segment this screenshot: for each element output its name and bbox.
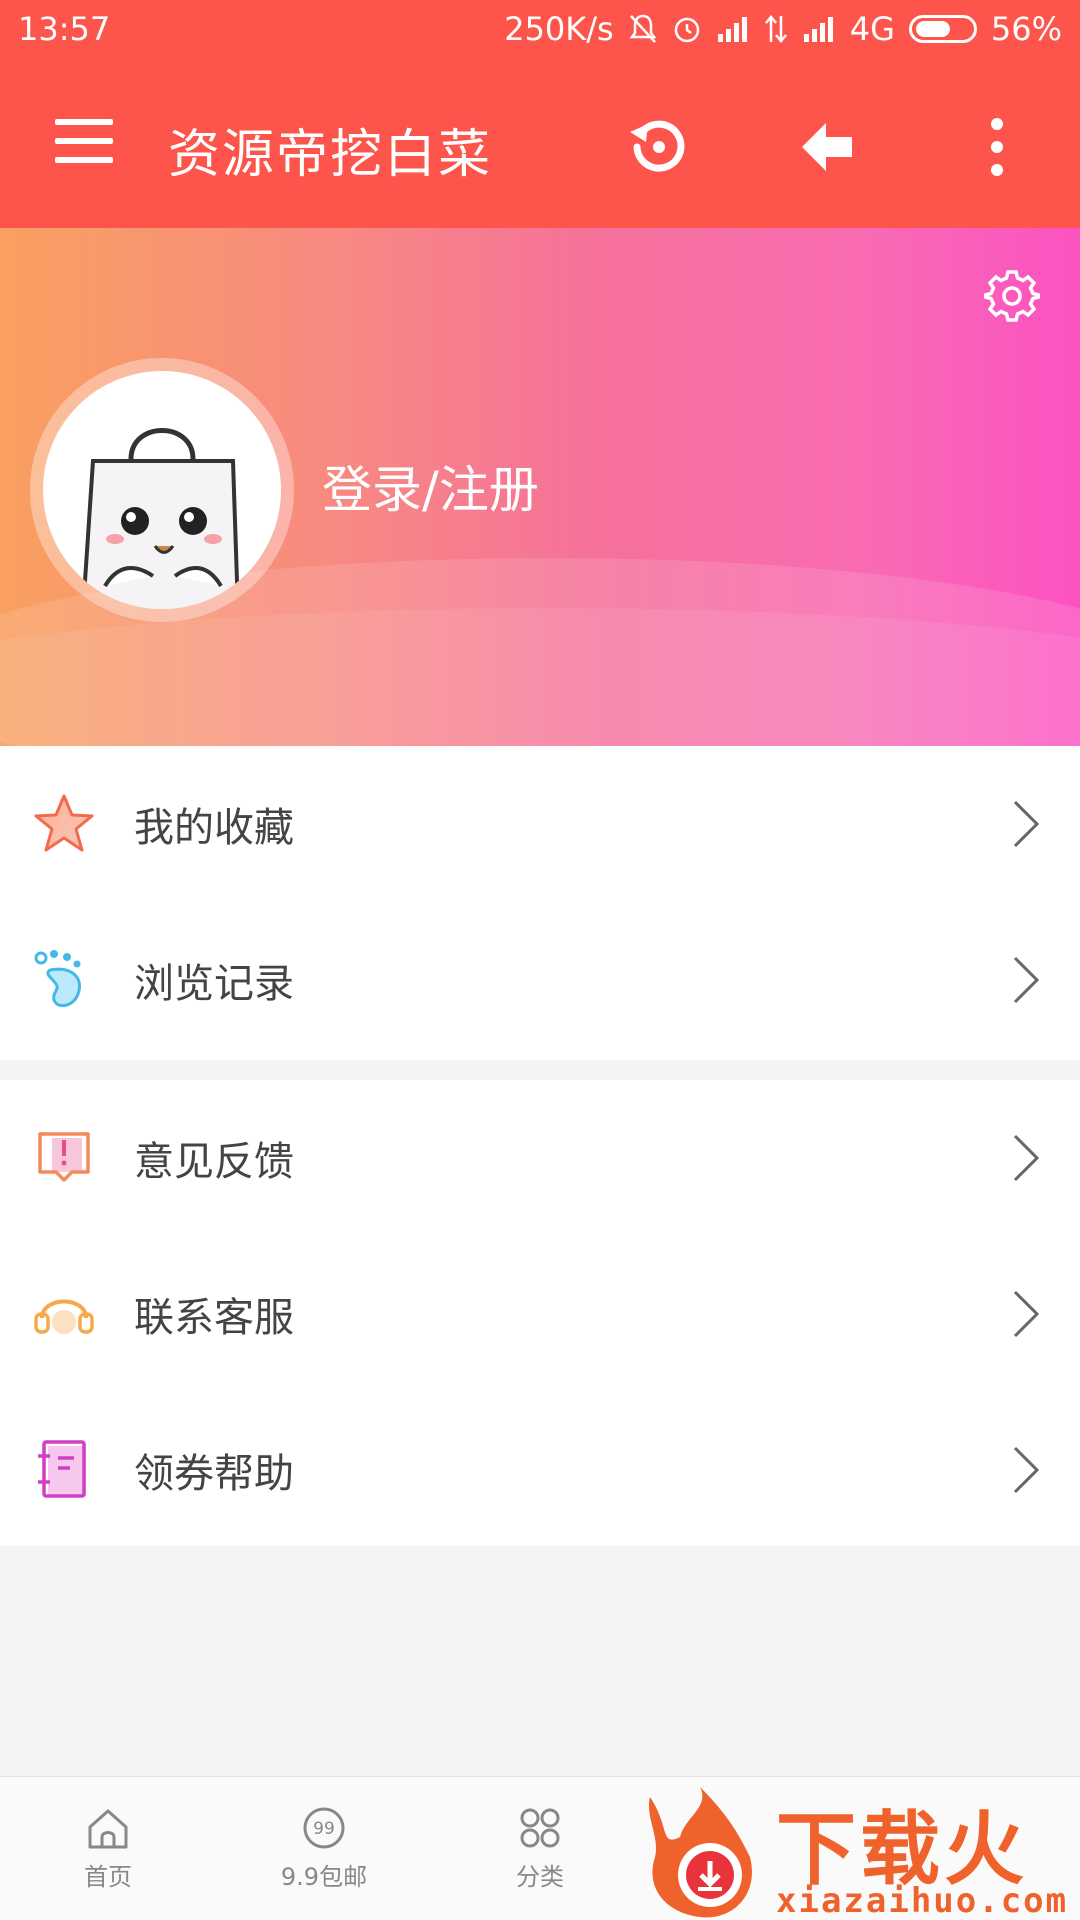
menu-group-2: 意见反馈 联系客服 领券帮助	[0, 1080, 1080, 1546]
chevron-right-icon	[1013, 1290, 1040, 1338]
menu-item-favorites[interactable]: 我的收藏	[0, 746, 1080, 902]
top-bar: 13:57 250K/s 4G 56% 资源帝挖白菜	[0, 0, 1080, 228]
menu-item-history[interactable]: 浏览记录	[0, 902, 1080, 1058]
menu-item-label: 我的收藏	[134, 805, 294, 851]
feedback-icon	[38, 1132, 90, 1182]
avatar-ring[interactable]	[30, 358, 294, 622]
status-icons: 250K/s 4G 56%	[504, 10, 1062, 48]
home-icon	[88, 1809, 128, 1849]
svg-text:99: 99	[313, 1819, 335, 1839]
status-bar: 13:57 250K/s 4G 56%	[0, 0, 1080, 62]
more-vertical-icon[interactable]	[962, 112, 1032, 182]
status-time: 13:57	[18, 10, 111, 48]
alarm-icon	[674, 17, 699, 43]
page-title: 资源帝挖白菜	[168, 125, 493, 185]
chevron-right-icon	[1013, 1446, 1040, 1494]
watermark-url: xiazaihuo.com	[776, 1881, 1069, 1920]
chevron-right-icon	[1013, 1134, 1040, 1182]
avatar[interactable]	[43, 371, 281, 609]
menu-item-label: 联系客服	[134, 1295, 294, 1341]
bottom-nav: 首页 99 9.9包邮 分类 下载火 xiazaihuo.com	[0, 1776, 1080, 1920]
nine-nine-icon: 99	[303, 1807, 345, 1849]
tab-nine-nine[interactable]: 99 9.9包邮	[244, 1805, 404, 1892]
notebook-icon	[38, 1440, 86, 1498]
network-type: 4G	[849, 10, 895, 48]
menu-item-feedback[interactable]: 意见反馈	[0, 1080, 1080, 1236]
tab-label: 9.9包邮	[280, 1863, 368, 1891]
menu-item-coupon-help[interactable]: 领券帮助	[0, 1392, 1080, 1548]
shopping-bag-mascot-icon	[81, 428, 240, 609]
app-bar: 资源帝挖白菜	[0, 92, 1080, 202]
star-icon	[34, 794, 94, 852]
menu-item-label: 领券帮助	[134, 1451, 294, 1497]
data-arrows-icon	[764, 15, 787, 43]
signal-icon	[717, 17, 747, 42]
battery-level: 56%	[990, 10, 1062, 48]
tab-label: 分类	[516, 1863, 564, 1891]
history-icon[interactable]	[622, 112, 692, 182]
signal-icon-2	[803, 17, 833, 42]
back-arrow-icon[interactable]	[794, 112, 864, 182]
menu-item-label: 意见反馈	[134, 1139, 294, 1185]
tab-category[interactable]: 分类	[460, 1805, 620, 1892]
mute-icon	[629, 14, 657, 43]
menu-item-label: 浏览记录	[134, 961, 294, 1007]
settings-gear-icon[interactable]	[984, 268, 1040, 324]
chevron-right-icon	[1013, 800, 1040, 848]
headset-icon	[34, 1299, 94, 1334]
category-icon	[520, 1808, 560, 1848]
flame-logo-icon	[648, 1787, 752, 1918]
net-speed: 250K/s	[504, 10, 614, 48]
watermark-logo: 下载火 xiazaihuo.com	[640, 1777, 1080, 1920]
footprint-icon	[34, 950, 81, 1008]
profile-header: 登录/注册	[0, 228, 1080, 746]
tab-label: 首页	[84, 1863, 132, 1891]
menu-icon[interactable]	[55, 119, 113, 163]
chevron-right-icon	[1013, 956, 1040, 1004]
login-register-link[interactable]: 登录/注册	[322, 450, 539, 522]
menu-group-1: 我的收藏 浏览记录	[0, 746, 1080, 1060]
menu-item-customer-service[interactable]: 联系客服	[0, 1236, 1080, 1392]
battery-icon	[908, 15, 977, 43]
tab-home[interactable]: 首页	[28, 1805, 188, 1892]
